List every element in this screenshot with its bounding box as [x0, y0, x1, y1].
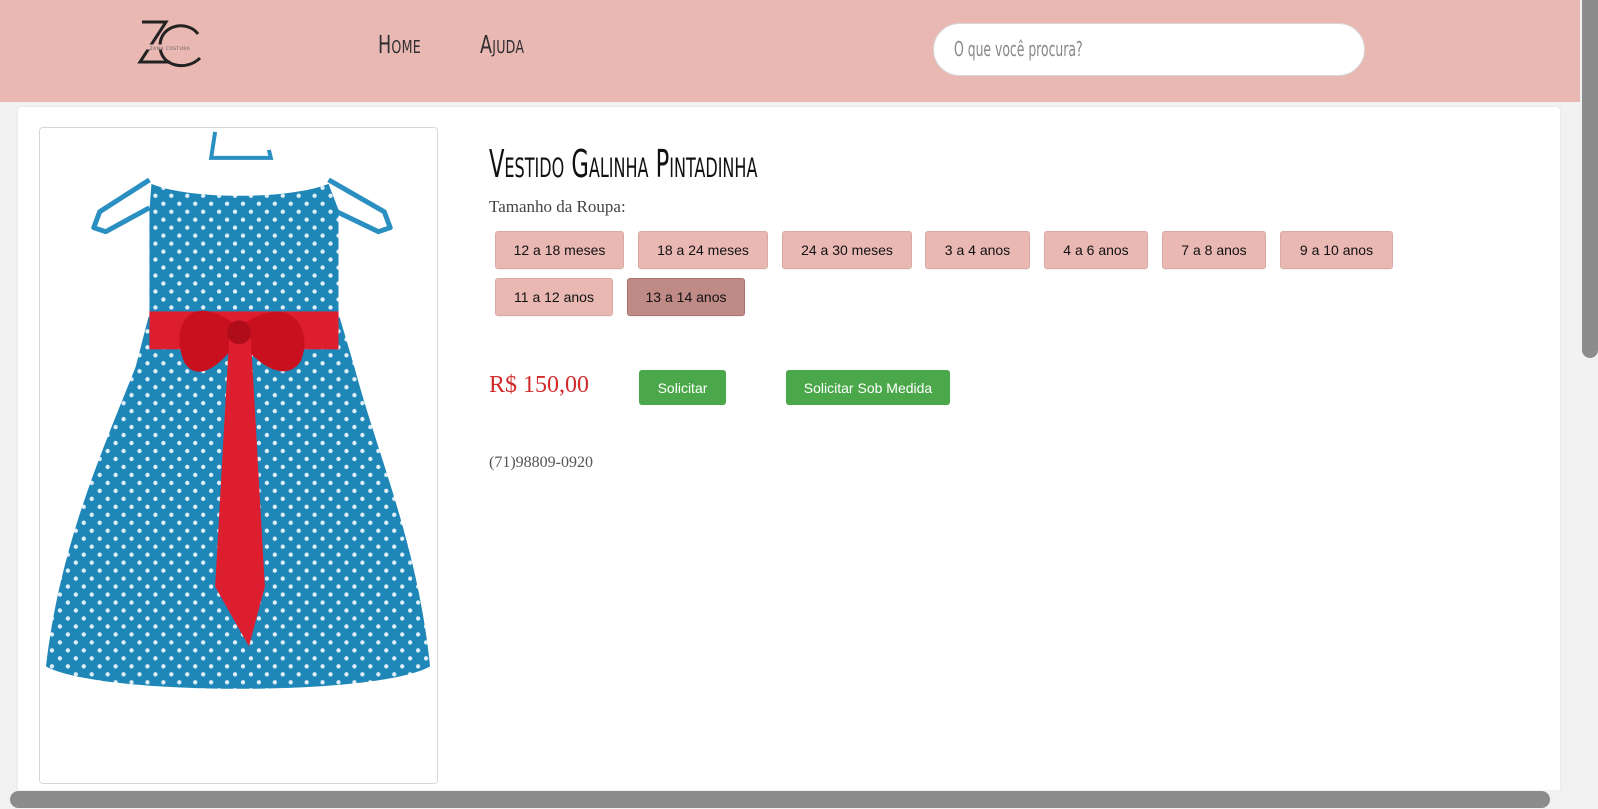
size-option-3-4-anos[interactable]: 3 a 4 anos: [925, 231, 1030, 269]
size-option-24-30-meses[interactable]: 24 a 30 meses: [782, 231, 912, 269]
size-option-9-10-anos[interactable]: 9 a 10 anos: [1280, 231, 1393, 269]
size-option-4-6-anos[interactable]: 4 a 6 anos: [1044, 231, 1148, 269]
size-label: Tamanho da Roupa:: [489, 197, 626, 216]
size-option-13-14-anos[interactable]: 13 a 14 anos: [627, 278, 745, 316]
search-input[interactable]: [934, 24, 1364, 75]
search-bar[interactable]: O que você procura?: [933, 23, 1365, 76]
size-option-11-12-anos[interactable]: 11 a 12 anos: [495, 278, 613, 316]
brand-logo[interactable]: ZANA COSTURA: [134, 16, 206, 78]
contact-phone: (71)98809-0920: [489, 454, 593, 471]
request-button[interactable]: Solicitar: [639, 370, 726, 405]
svg-text:ZANA COSTURA: ZANA COSTURA: [150, 46, 190, 51]
product-title: Vestido Galinha Pintadinha: [489, 142, 758, 186]
horizontal-scrollbar-thumb[interactable]: [10, 791, 1550, 808]
nav-home-link[interactable]: Home: [378, 30, 421, 59]
site-header: ZANA COSTURA Home Ajuda O que você procu…: [0, 0, 1580, 102]
custom-request-button[interactable]: Solicitar Sob Medida: [786, 370, 950, 405]
product-image: [39, 127, 438, 784]
size-option-18-24-meses[interactable]: 18 a 24 meses: [638, 231, 768, 269]
size-option-12-18-meses[interactable]: 12 a 18 meses: [495, 231, 624, 269]
product-price: R$ 150,00: [489, 372, 590, 398]
nav-help-link[interactable]: Ajuda: [480, 30, 524, 59]
size-option-7-8-anos[interactable]: 7 a 8 anos: [1162, 231, 1266, 269]
vertical-scrollbar-thumb[interactable]: [1582, 0, 1598, 358]
